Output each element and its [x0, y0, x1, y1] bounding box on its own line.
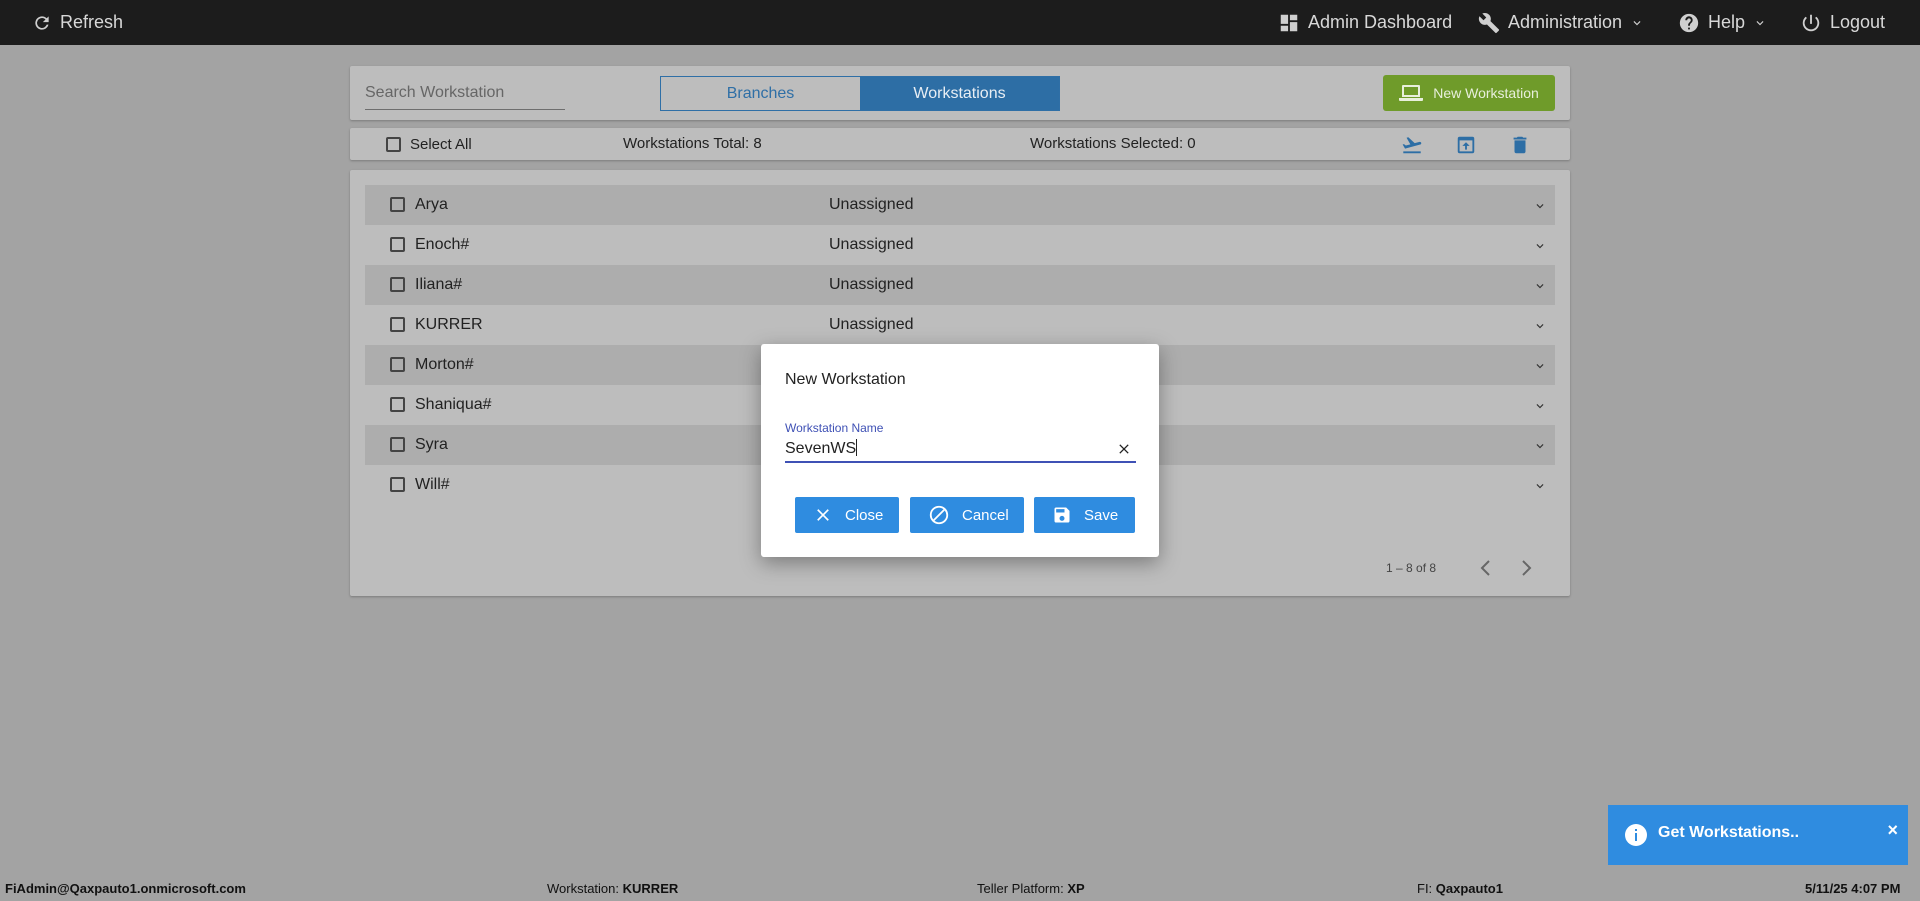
workstation-name: Arya [415, 196, 448, 213]
refresh-button[interactable]: Refresh [32, 0, 123, 45]
info-icon [1625, 824, 1647, 846]
row-checkbox[interactable] [390, 197, 405, 212]
new-workstation-button[interactable]: New Workstation [1383, 75, 1555, 111]
save-label: Save [1084, 506, 1119, 524]
logout-button[interactable]: Logout [1800, 0, 1885, 45]
toast-close-icon[interactable]: × [1887, 820, 1898, 841]
administration-label: Administration [1508, 12, 1623, 32]
search-input[interactable]: Search Workstation [365, 82, 565, 110]
flight-takeoff-icon [1402, 137, 1422, 154]
status-workstation: Workstation: KURRER [547, 881, 679, 896]
move-button[interactable] [1400, 134, 1424, 161]
cancel-label: Cancel [962, 506, 1009, 524]
workstations-selected: Workstations Selected: 0 [1030, 135, 1196, 152]
workstation-name: Iliana# [415, 276, 463, 293]
chevron-down-icon [1756, 20, 1764, 25]
list-item[interactable]: Iliana# Unassigned [365, 265, 1555, 305]
expand-icon[interactable] [1533, 359, 1547, 373]
admin-dashboard-link[interactable]: Admin Dashboard [1278, 0, 1452, 45]
next-page-button[interactable] [1518, 559, 1534, 582]
delete-button[interactable] [1508, 134, 1532, 161]
workstation-name: Will# [415, 476, 450, 493]
row-checkbox[interactable] [390, 477, 405, 492]
pagination-range: 1 – 8 of 8 [1386, 561, 1437, 575]
logout-label: Logout [1830, 12, 1886, 32]
refresh-label: Refresh [60, 12, 124, 32]
block-icon [929, 505, 949, 525]
workstation-name-label: Workstation Name [785, 421, 884, 435]
administration-menu[interactable]: Administration [1478, 0, 1644, 45]
select-all-label: Select All [410, 136, 472, 153]
save-icon [1054, 507, 1070, 523]
list-item[interactable]: Enoch# Unassigned [365, 225, 1555, 265]
workstation-status: Unassigned [829, 316, 914, 333]
save-button[interactable]: Save [1034, 497, 1135, 533]
status-bar: FiAdmin@Qaxpauto1.onmicrosoft.com Workst… [0, 876, 1920, 901]
expand-icon[interactable] [1533, 199, 1547, 213]
close-icon [817, 509, 829, 521]
workstation-name: KURRER [415, 316, 483, 333]
workstations-total: Workstations Total: 8 [623, 135, 762, 152]
workstation-name: Syra [415, 436, 448, 453]
expand-icon[interactable] [1533, 319, 1547, 333]
view-tabs: Branches Workstations [660, 76, 1060, 111]
expand-icon[interactable] [1533, 239, 1547, 253]
trash-icon [1513, 136, 1527, 154]
help-icon [1679, 13, 1699, 32]
status-user: FiAdmin@Qaxpauto1.onmicrosoft.com [5, 881, 246, 896]
workstation-status: Unassigned [829, 236, 914, 253]
workstation-name: Enoch# [415, 236, 470, 253]
workstation-name: Morton# [415, 356, 474, 373]
refresh-icon [35, 15, 49, 30]
dialog-title: New Workstation [785, 371, 906, 388]
tab-branches[interactable]: Branches [661, 77, 860, 110]
dashboard-icon [1280, 14, 1298, 31]
new-workstation-dialog: New Workstation Workstation Name SevenWS… [761, 344, 1159, 557]
select-all-checkbox[interactable] [386, 137, 401, 152]
status-datetime: 5/11/25 4:07 PM [1805, 881, 1901, 896]
prev-page-button[interactable] [1478, 559, 1494, 582]
expand-icon[interactable] [1533, 399, 1547, 413]
workstation-name: Shaniqua# [415, 396, 492, 413]
export-button[interactable] [1454, 134, 1478, 161]
search-placeholder: Search Workstation [365, 84, 505, 101]
wrench-icon [1478, 12, 1500, 33]
row-checkbox[interactable] [390, 357, 405, 372]
notification-toast: Get Workstations.. × [1608, 805, 1908, 865]
list-item[interactable]: Arya Unassigned [365, 185, 1555, 225]
expand-icon[interactable] [1533, 279, 1547, 293]
clear-icon[interactable] [1116, 441, 1132, 457]
chevron-left-icon [1480, 560, 1490, 576]
upload-box-icon [1457, 136, 1475, 154]
row-checkbox[interactable] [390, 237, 405, 252]
laptop-icon [1399, 85, 1424, 101]
chevron-down-icon [1633, 20, 1641, 25]
row-checkbox[interactable] [390, 277, 405, 292]
workstation-name-value: SevenWS [785, 440, 857, 457]
workstation-name-field[interactable]: SevenWS [785, 439, 1136, 463]
expand-icon[interactable] [1533, 439, 1547, 453]
tab-workstations[interactable]: Workstations [860, 77, 1059, 110]
status-platform: Teller Platform: XP [977, 881, 1085, 896]
power-icon [1802, 14, 1820, 31]
workstation-status: Unassigned [829, 196, 914, 213]
new-workstation-label: New Workstation [1433, 85, 1539, 101]
row-checkbox[interactable] [390, 437, 405, 452]
close-label: Close [845, 506, 884, 524]
selection-bar [350, 128, 1570, 160]
status-fi: FI: Qaxpauto1 [1417, 881, 1503, 896]
row-checkbox[interactable] [390, 397, 405, 412]
workstation-status: Unassigned [829, 276, 914, 293]
admin-dashboard-label: Admin Dashboard [1308, 12, 1453, 32]
expand-icon[interactable] [1533, 479, 1547, 493]
cancel-button[interactable]: Cancel [910, 497, 1024, 533]
top-bar: Refresh Admin Dashboard Administration H… [0, 0, 1920, 45]
help-label: Help [1708, 12, 1746, 32]
close-button[interactable]: Close [795, 497, 899, 533]
row-checkbox[interactable] [390, 317, 405, 332]
toast-message: Get Workstations.. [1658, 824, 1800, 841]
help-menu[interactable]: Help [1678, 0, 1767, 45]
list-item[interactable]: KURRER Unassigned [365, 305, 1555, 345]
chevron-right-icon [1522, 560, 1532, 576]
